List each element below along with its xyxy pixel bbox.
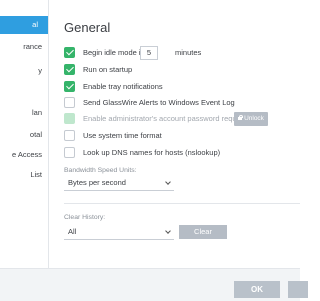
- bandwidth-units-select[interactable]: Bytes per second: [64, 176, 174, 191]
- tray-notifications-label: Enable tray notifications: [83, 82, 163, 91]
- dns-lookup-checkbox[interactable]: [64, 147, 75, 158]
- lock-icon: [238, 114, 243, 120]
- sidebar-item-remote-access[interactable]: e Access: [0, 146, 48, 164]
- idle-mode-label: Begin idle mode in: [83, 48, 145, 57]
- run-on-startup-label: Run on startup: [83, 65, 133, 74]
- bandwidth-units-label: Bandwidth Speed Units:: [64, 167, 137, 174]
- run-on-startup-checkbox[interactable]: [64, 64, 75, 75]
- unlock-label: Unlock: [244, 115, 264, 122]
- chevron-down-icon: [165, 179, 171, 185]
- page-title: General: [64, 20, 111, 35]
- ok-button[interactable]: OK: [234, 281, 280, 298]
- section-divider: [64, 203, 300, 204]
- idle-mode-checkbox[interactable]: [64, 47, 75, 58]
- event-log-label: Send GlassWire Alerts to Windows Event L…: [83, 98, 235, 107]
- bandwidth-units-value: Bytes per second: [68, 178, 126, 187]
- clear-history-value: All: [68, 227, 77, 236]
- sidebar-item-label: lan: [31, 108, 42, 117]
- sidebar-item-label: al: [32, 20, 38, 29]
- idle-minutes-unit: minutes: [175, 48, 202, 57]
- settings-sidebar: al rance y lan otal e Access List: [0, 0, 49, 268]
- sidebar-item-label: e Access: [11, 150, 42, 159]
- sidebar-item-label: otal: [29, 130, 42, 139]
- system-time-checkbox[interactable]: [64, 130, 75, 141]
- tray-notifications-checkbox[interactable]: [64, 81, 75, 92]
- clear-history-select[interactable]: All: [64, 225, 174, 240]
- sidebar-item-appearance[interactable]: rance: [0, 38, 48, 56]
- dns-lookup-label: Look up DNS names for hosts (nslookup): [83, 148, 221, 157]
- sidebar-item-label: y: [38, 66, 42, 75]
- sidebar-item-plan[interactable]: lan: [0, 104, 48, 122]
- unlock-button[interactable]: Unlock: [234, 112, 268, 126]
- sidebar-item-total[interactable]: otal: [0, 126, 48, 144]
- admin-password-checkbox: [64, 113, 75, 124]
- clear-history-label: Clear History:: [64, 214, 106, 221]
- cancel-button[interactable]: [288, 281, 308, 298]
- system-time-label: Use system time format: [83, 131, 162, 140]
- event-log-checkbox[interactable]: [64, 97, 75, 108]
- admin-password-label: Enable administrator's account password …: [83, 114, 247, 123]
- sidebar-item-label: List: [30, 170, 42, 179]
- chevron-down-icon: [165, 228, 171, 234]
- sidebar-item-general[interactable]: al: [0, 16, 48, 34]
- idle-minutes-input[interactable]: 5: [140, 46, 158, 60]
- sidebar-item-label: rance: [23, 42, 42, 51]
- sidebar-item-list[interactable]: List: [0, 166, 48, 184]
- sidebar-item-privacy[interactable]: y: [0, 62, 48, 80]
- clear-button[interactable]: Clear: [179, 225, 227, 239]
